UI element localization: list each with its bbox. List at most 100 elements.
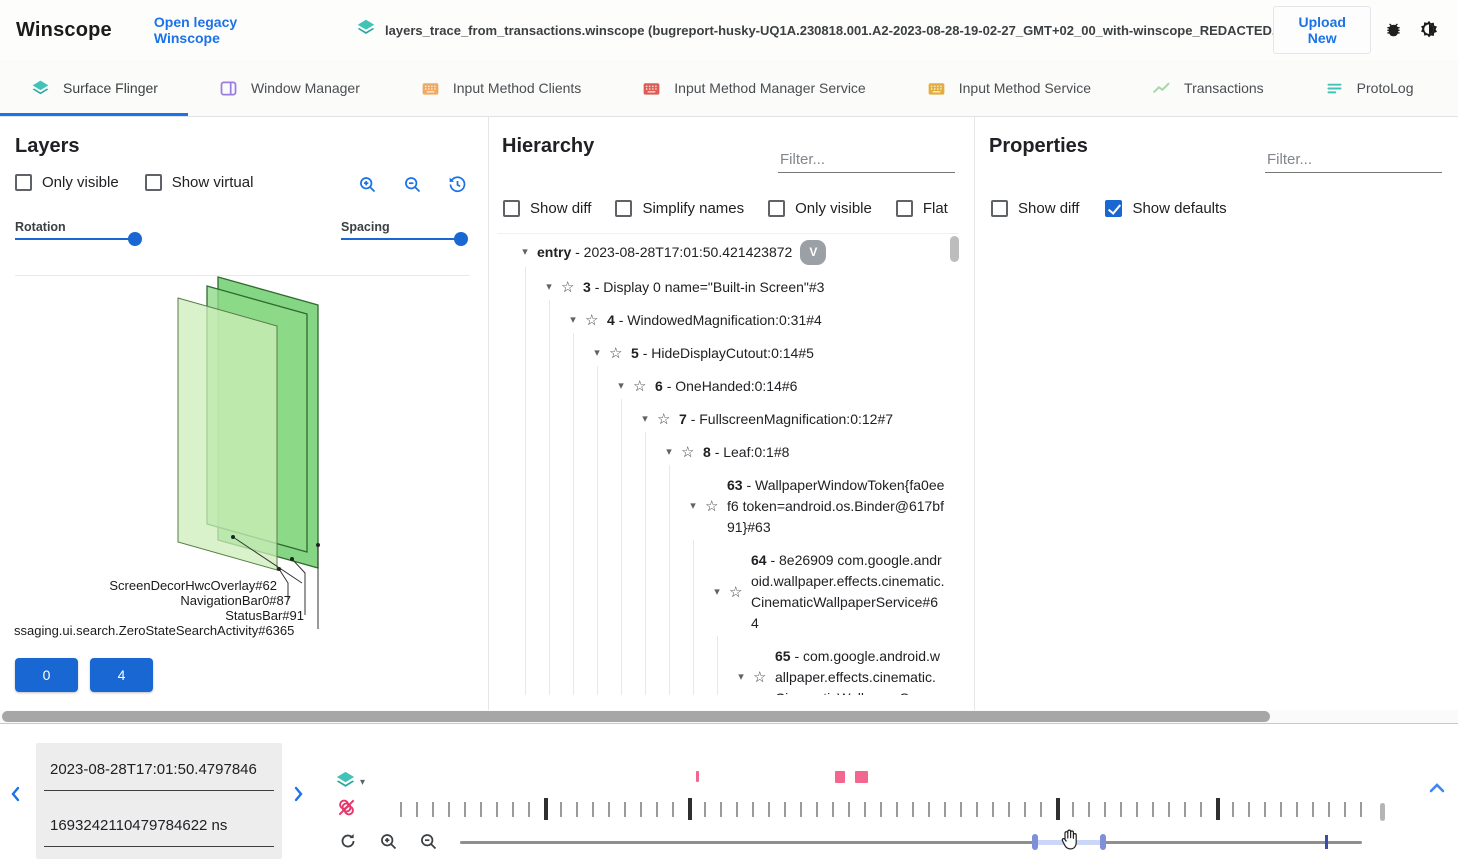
- checkbox-box[interactable]: [768, 200, 785, 217]
- horizontal-scrollbar[interactable]: [0, 710, 1458, 724]
- caret-down-icon[interactable]: ▾: [729, 667, 753, 688]
- timeline-tick: [432, 802, 434, 817]
- checkbox-box[interactable]: [503, 200, 520, 217]
- tab-window-manager[interactable]: Window Manager: [188, 60, 390, 116]
- layer-label: NavigationBar0#87: [180, 593, 291, 608]
- tree-node[interactable]: ▾☆ 4 - WindowedMagnification:0:31#4: [497, 304, 959, 337]
- tab-input-method-manager-service[interactable]: Input Method Manager Service: [611, 60, 895, 116]
- timeline-zoom-track[interactable]: [460, 841, 1362, 844]
- only-visible-checkbox[interactable]: Only visible: [768, 200, 872, 217]
- report-bug-button[interactable]: [1381, 18, 1406, 43]
- timeline-zoom-in-button[interactable]: [378, 831, 399, 852]
- tree-node[interactable]: ▾☆ 5 - HideDisplayCutout:0:14#5: [497, 337, 959, 370]
- checkbox-label: Simplify names: [642, 200, 744, 217]
- caret-down-icon[interactable]: ▾: [609, 376, 633, 397]
- star-icon[interactable]: ☆: [705, 496, 727, 517]
- tab-surface-flinger[interactable]: Surface Flinger: [0, 60, 188, 116]
- caret-down-icon[interactable]: ▾: [513, 242, 537, 263]
- timeline-tick: [656, 802, 658, 817]
- list-icon: [1324, 78, 1345, 99]
- tree-scrollbar[interactable]: [950, 236, 959, 262]
- star-icon[interactable]: ☆: [633, 376, 655, 397]
- tree-node[interactable]: ▾☆ 63 - WallpaperWindowToken{fa0eef6 tok…: [497, 469, 959, 544]
- event-marker[interactable]: [696, 771, 699, 782]
- star-icon[interactable]: ☆: [585, 310, 607, 331]
- timeline-tick: [1200, 802, 1202, 817]
- timeline-tick: [1088, 802, 1090, 817]
- zoom-handle-left[interactable]: [1032, 834, 1038, 850]
- timeline-tick: [448, 802, 450, 817]
- hierarchy-filter-input[interactable]: [778, 147, 955, 173]
- timeline-tick: [976, 802, 978, 817]
- ns-timestamp-input[interactable]: [44, 805, 274, 847]
- flat-checkbox[interactable]: Flat: [896, 200, 948, 217]
- dark-mode-toggle[interactable]: [1416, 17, 1442, 43]
- tab-transitions[interactable]: Tra: [1443, 60, 1458, 116]
- timeline-tick: [544, 798, 548, 820]
- tab-protolog[interactable]: ProtoLog: [1294, 60, 1444, 116]
- tree-node-entry[interactable]: ▾ entry - 2023-08-28T17:01:50.421423872V: [497, 234, 959, 271]
- checkbox-label: Show diff: [1018, 200, 1079, 217]
- v-chip[interactable]: V: [800, 240, 826, 265]
- timeline-mini-scrollbar[interactable]: [1380, 803, 1385, 821]
- transitions-disabled-icon[interactable]: [335, 796, 358, 819]
- caret-down-icon[interactable]: ▾: [633, 409, 657, 430]
- node-text: - Leaf:0:1#8: [715, 444, 790, 460]
- timeline-tick: [1072, 802, 1074, 817]
- timeline-zoom-out-button[interactable]: [418, 831, 439, 852]
- caret-down-icon[interactable]: ▾: [537, 277, 561, 298]
- star-icon[interactable]: ☆: [657, 409, 679, 430]
- tree-node[interactable]: ▾☆ 64 - 8e26909 com.google.android.wallp…: [497, 544, 959, 640]
- caret-down-icon[interactable]: ▾: [561, 310, 585, 331]
- node-number: 7: [679, 411, 687, 427]
- line-chart-icon: [1151, 78, 1172, 99]
- checkbox-box[interactable]: [1105, 200, 1122, 217]
- tab-label: Transactions: [1184, 80, 1264, 96]
- star-icon[interactable]: ☆: [729, 582, 751, 603]
- checkbox-box[interactable]: [615, 200, 632, 217]
- node-label: 5 - HideDisplayCutout:0:14#5: [631, 343, 945, 364]
- tab-input-method-clients[interactable]: Input Method Clients: [390, 60, 611, 116]
- display-buttons: 0 4: [15, 658, 153, 692]
- expand-timeline-button[interactable]: [1428, 781, 1446, 795]
- caret-down-icon[interactable]: ▾: [681, 496, 705, 517]
- prev-entry-button[interactable]: [8, 785, 24, 803]
- tree-node[interactable]: ▾☆ 7 - FullscreenMagnification:0:12#7: [497, 403, 959, 436]
- simplify-names-checkbox[interactable]: Simplify names: [615, 200, 744, 217]
- properties-filter-input[interactable]: [1265, 147, 1442, 173]
- refresh-button[interactable]: [338, 831, 358, 851]
- tab-label: Input Method Clients: [453, 80, 581, 96]
- show-diff-checkbox[interactable]: Show diff: [503, 200, 591, 217]
- tab-transactions[interactable]: Transactions: [1121, 60, 1294, 116]
- open-legacy-link[interactable]: Open legacy Winscope: [154, 14, 303, 46]
- show-defaults-checkbox[interactable]: Show defaults: [1105, 200, 1226, 217]
- caret-down-icon[interactable]: ▾: [585, 343, 609, 364]
- next-entry-button[interactable]: [290, 785, 306, 803]
- display-4-button[interactable]: 4: [90, 658, 153, 692]
- caret-down-icon[interactable]: ▾: [657, 442, 681, 463]
- zoom-handle-right[interactable]: [1100, 834, 1106, 850]
- show-diff-checkbox[interactable]: Show diff: [991, 200, 1079, 217]
- event-marker[interactable]: [835, 771, 845, 783]
- timeline-ruler[interactable]: [400, 798, 1410, 822]
- checkbox-box[interactable]: [896, 200, 913, 217]
- hierarchy-filters: Show diff Simplify names Only visible Fl…: [503, 200, 972, 217]
- checkbox-box[interactable]: [991, 200, 1008, 217]
- window-icon: [218, 78, 239, 99]
- star-icon[interactable]: ☆: [561, 277, 583, 298]
- tree-node[interactable]: ▾☆ 3 - Display 0 name="Built-in Screen"#…: [497, 271, 959, 304]
- caret-down-icon[interactable]: ▾: [705, 582, 729, 603]
- tree-node[interactable]: ▾☆ 65 - com.google.android.wallpaper.eff…: [497, 640, 959, 695]
- event-marker[interactable]: [855, 771, 868, 783]
- hand-cursor: [1058, 827, 1082, 853]
- node-number: entry: [537, 244, 571, 260]
- star-icon[interactable]: ☆: [681, 442, 703, 463]
- tree-node[interactable]: ▾☆ 8 - Leaf:0:1#8: [497, 436, 959, 469]
- tree-node[interactable]: ▾☆ 6 - OneHanded:0:14#6: [497, 370, 959, 403]
- scrollbar-thumb[interactable]: [2, 711, 1270, 722]
- tab-input-method-service[interactable]: Input Method Service: [896, 60, 1121, 116]
- star-icon[interactable]: ☆: [609, 343, 631, 364]
- upload-new-button[interactable]: Upload New: [1273, 6, 1371, 54]
- star-icon[interactable]: ☆: [753, 667, 775, 688]
- display-0-button[interactable]: 0: [15, 658, 78, 692]
